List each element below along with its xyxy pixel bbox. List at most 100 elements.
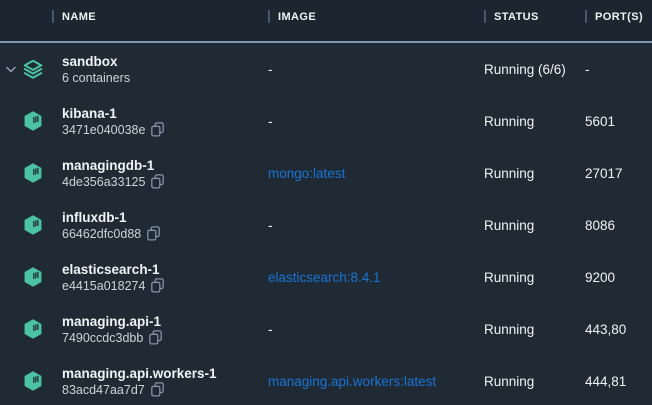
container-id: e4415a018274 — [62, 278, 145, 294]
copy-icon[interactable] — [151, 278, 164, 293]
container-subtitle: 83acd47aa7d7 — [62, 382, 217, 398]
image-cell: elasticsearch:8.4.1 — [268, 270, 484, 285]
container-subtitle: e4415a018274 — [62, 278, 164, 294]
copy-icon[interactable] — [149, 330, 162, 345]
image-name: - — [268, 114, 273, 129]
image-cell: - — [268, 62, 484, 77]
stack-icon — [22, 58, 44, 80]
name-cell: managing.api-1 7490ccdc3dbb — [0, 313, 268, 346]
container-subtitle: 4de356a33125 — [62, 174, 164, 190]
status-text: Running — [484, 322, 534, 337]
status-cell: Running — [484, 218, 585, 233]
name-cell: managing.api.workers-1 83acd47aa7d7 — [0, 365, 268, 398]
image-cell: - — [268, 114, 484, 129]
column-header-name: NAME — [0, 10, 268, 23]
container-subtitle: 6 containers — [62, 70, 130, 86]
ports-text: 444,81 — [585, 374, 626, 389]
ports-text: 27017 — [585, 166, 623, 181]
copy-icon[interactable] — [151, 382, 164, 397]
table-row[interactable]: managing.api-1 7490ccdc3dbb - Running 4 — [0, 303, 652, 355]
container-subtitle: 66462dfc0d88 — [62, 226, 160, 242]
name-block: managingdb-1 4de356a33125 — [62, 157, 164, 190]
column-header-label: NAME — [62, 11, 96, 23]
copy-icon[interactable] — [151, 174, 164, 189]
name-block: sandbox 6 containers — [62, 53, 130, 86]
status-text: Running — [484, 374, 534, 389]
ports-text: 8086 — [585, 218, 615, 233]
containers-table: NAME IMAGE STATUS PORT(S) — [0, 0, 652, 405]
column-header-status: STATUS — [484, 10, 585, 23]
container-name: sandbox — [62, 53, 130, 70]
status-cell: Running — [484, 374, 585, 389]
table-row[interactable]: managing.api.workers-1 83acd47aa7d7 mana… — [0, 355, 652, 405]
name-block: kibana-1 3471e040038e — [62, 105, 164, 138]
container-icon — [22, 214, 44, 236]
name-cell: kibana-1 3471e040038e — [0, 105, 268, 138]
container-icon — [22, 110, 44, 132]
name-block: managing.api-1 7490ccdc3dbb — [62, 313, 162, 346]
image-link[interactable]: managing.api.workers:latest — [268, 374, 436, 389]
ports-cell: 8086 — [585, 218, 652, 233]
container-name: kibana-1 — [62, 105, 164, 122]
table-header: NAME IMAGE STATUS PORT(S) — [0, 0, 652, 43]
column-separator — [585, 10, 587, 23]
name-cell: managingdb-1 4de356a33125 — [0, 157, 268, 190]
column-header-ports: PORT(S) — [585, 10, 652, 23]
container-id: 4de356a33125 — [62, 174, 145, 190]
column-separator — [484, 10, 486, 23]
copy-icon[interactable] — [151, 122, 164, 137]
table-row[interactable]: kibana-1 3471e040038e - Running 5601 — [0, 95, 652, 147]
table-row[interactable]: elasticsearch-1 e4415a018274 elasticsear… — [0, 251, 652, 303]
ports-text: 443,80 — [585, 322, 626, 337]
status-text: Running (6/6) — [484, 62, 566, 77]
copy-icon[interactable] — [147, 226, 160, 241]
container-name: elasticsearch-1 — [62, 261, 164, 278]
name-block: influxdb-1 66462dfc0d88 — [62, 209, 160, 242]
status-text: Running — [484, 218, 534, 233]
name-block: managing.api.workers-1 83acd47aa7d7 — [62, 365, 217, 398]
ports-cell: 9200 — [585, 270, 652, 285]
status-cell: Running — [484, 114, 585, 129]
image-name: - — [268, 62, 273, 77]
ports-cell: 443,80 — [585, 322, 652, 337]
table-row[interactable]: managingdb-1 4de356a33125 mongo:latest R… — [0, 147, 652, 199]
container-subtitle: 7490ccdc3dbb — [62, 330, 162, 346]
ports-text: - — [585, 62, 590, 77]
ports-cell: - — [585, 62, 652, 77]
status-text: Running — [484, 270, 534, 285]
container-icon — [22, 318, 44, 340]
ports-text: 9200 — [585, 270, 615, 285]
container-id: 66462dfc0d88 — [62, 226, 141, 242]
chevron-down-icon[interactable] — [0, 66, 22, 73]
image-cell: - — [268, 218, 484, 233]
image-link[interactable]: mongo:latest — [268, 166, 345, 181]
status-cell: Running — [484, 322, 585, 337]
container-icon — [22, 266, 44, 288]
name-cell: influxdb-1 66462dfc0d88 — [0, 209, 268, 242]
container-name: managing.api.workers-1 — [62, 365, 217, 382]
table-row[interactable]: sandbox 6 containers - Running (6/6) - — [0, 43, 652, 95]
container-name: influxdb-1 — [62, 209, 160, 226]
image-cell: managing.api.workers:latest — [268, 374, 484, 389]
ports-text: 5601 — [585, 114, 615, 129]
image-name: - — [268, 322, 273, 337]
name-cell: sandbox 6 containers — [0, 53, 268, 86]
container-id: 7490ccdc3dbb — [62, 330, 143, 346]
status-cell: Running (6/6) — [484, 62, 585, 77]
status-cell: Running — [484, 270, 585, 285]
ports-cell: 27017 — [585, 166, 652, 181]
column-separator — [52, 10, 54, 23]
table-row[interactable]: influxdb-1 66462dfc0d88 - Running 8086 — [0, 199, 652, 251]
name-cell: elasticsearch-1 e4415a018274 — [0, 261, 268, 294]
container-id: 3471e040038e — [62, 122, 145, 138]
image-link[interactable]: elasticsearch:8.4.1 — [268, 270, 381, 285]
image-name: - — [268, 218, 273, 233]
container-name: managing.api-1 — [62, 313, 162, 330]
container-icon — [22, 370, 44, 392]
column-header-label: STATUS — [494, 11, 539, 23]
column-separator — [268, 10, 270, 23]
image-cell: - — [268, 322, 484, 337]
image-cell: mongo:latest — [268, 166, 484, 181]
name-block: elasticsearch-1 e4415a018274 — [62, 261, 164, 294]
ports-cell: 5601 — [585, 114, 652, 129]
